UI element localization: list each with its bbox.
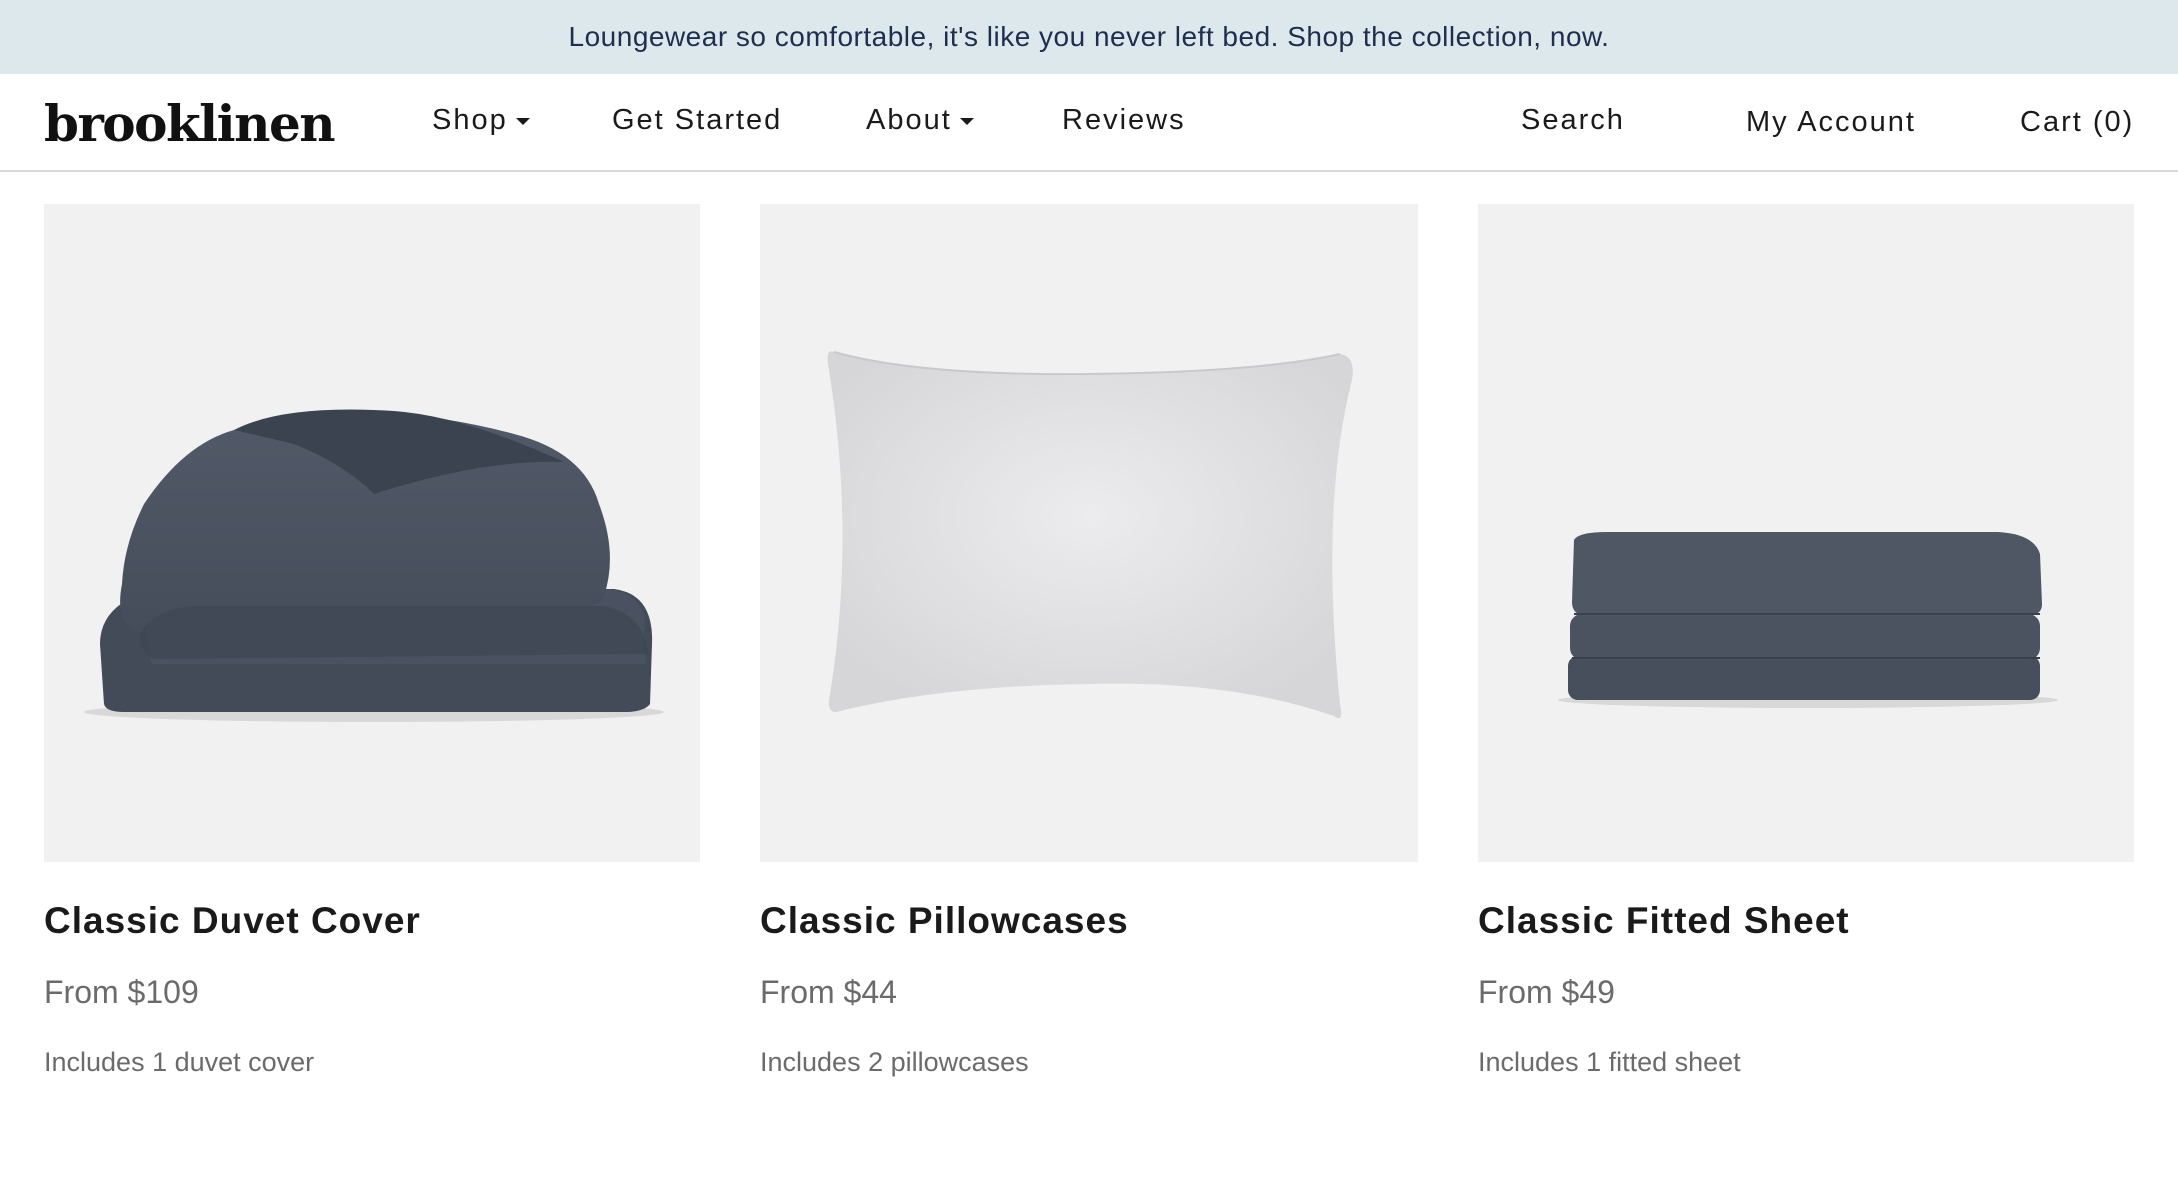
my-account-label: My Account (1746, 106, 1916, 138)
product-card-fitted-sheet[interactable]: Classic Fitted Sheet From $49 Includes 1… (1478, 204, 2134, 1077)
product-image-pillowcases[interactable] (760, 204, 1418, 862)
product-card-pillowcases[interactable]: Classic Pillowcases From $44 Includes 2 … (760, 204, 1418, 1077)
folded-sheet-icon (1558, 532, 2058, 708)
chevron-down-icon (959, 118, 974, 125)
cart-link[interactable]: Cart (0) (2020, 106, 2134, 139)
cart-label: Cart (0) (2020, 106, 2135, 138)
product-title[interactable]: Classic Duvet Cover (44, 900, 421, 942)
nav-get-started-label: Get Started (612, 104, 783, 136)
search-link[interactable]: Search (1521, 104, 1625, 137)
nav-about-label: About (866, 104, 952, 136)
my-account-link[interactable]: My Account (1746, 106, 1916, 139)
brand-logo[interactable]: brooklinen (44, 94, 336, 153)
nav-about[interactable]: About (866, 104, 974, 137)
product-title[interactable]: Classic Fitted Sheet (1478, 900, 1850, 942)
chevron-down-icon (515, 118, 530, 125)
nav-reviews-label: Reviews (1062, 104, 1186, 136)
product-image-fitted-sheet[interactable] (1478, 204, 2134, 862)
product-title[interactable]: Classic Pillowcases (760, 900, 1129, 942)
nav-get-started[interactable]: Get Started (612, 104, 782, 137)
product-price: From $49 (1478, 974, 1615, 1010)
product-description: Includes 1 fitted sheet (1478, 1047, 1741, 1077)
product-description: Includes 1 duvet cover (44, 1047, 315, 1077)
nav-shop[interactable]: Shop (432, 104, 530, 137)
nav-reviews[interactable]: Reviews (1062, 104, 1186, 137)
announcement-text[interactable]: Loungewear so comfortable, it's like you… (569, 21, 1610, 53)
product-description: Includes 2 pillowcases (760, 1047, 1029, 1077)
site-header: brooklinen Shop Get Started About Review… (0, 74, 2178, 172)
nav-shop-label: Shop (432, 104, 508, 136)
pillowcase-icon (827, 351, 1353, 719)
search-label: Search (1521, 104, 1625, 136)
product-card-duvet-cover[interactable]: Classic Duvet Cover From $109 Includes 1… (44, 204, 700, 1077)
product-price: From $44 (760, 974, 897, 1010)
product-price: From $109 (44, 974, 199, 1010)
folded-duvet-icon (84, 409, 664, 722)
product-image-duvet-cover[interactable] (44, 204, 700, 862)
announcement-bar[interactable]: Loungewear so comfortable, it's like you… (0, 0, 2178, 74)
